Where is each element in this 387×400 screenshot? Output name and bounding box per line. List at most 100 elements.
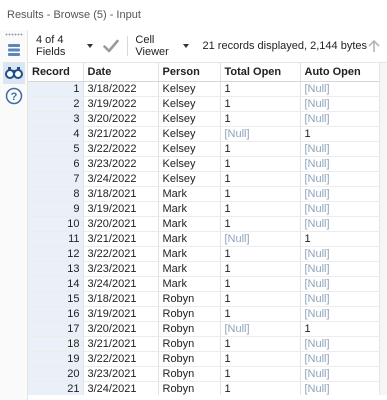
column-header-date[interactable]: Date (83, 63, 159, 82)
cell-total-open[interactable]: 1 (220, 276, 301, 292)
cell-total-open[interactable]: 1 (220, 216, 301, 232)
record-number-cell[interactable]: 14 (28, 276, 84, 292)
cell-person[interactable]: Robyn (158, 336, 221, 352)
cell-date[interactable]: 3/22/2021 (83, 351, 159, 367)
table-row[interactable]: 9 3/19/2021 Mark 1 [Null] (28, 201, 379, 217)
cell-date[interactable]: 3/20/2021 (83, 321, 159, 337)
cell-auto-open[interactable]: [Null] (300, 111, 379, 127)
column-header-person[interactable]: Person (158, 63, 221, 82)
cell-date[interactable]: 3/23/2021 (83, 261, 159, 277)
cell-date[interactable]: 3/22/2021 (83, 246, 159, 262)
cell-auto-open[interactable]: [Null] (300, 156, 379, 172)
cell-person[interactable]: Kelsey (158, 81, 221, 97)
cell-date[interactable]: 3/19/2021 (83, 201, 159, 217)
cell-total-open[interactable]: 1 (220, 96, 301, 112)
cell-total-open[interactable]: 1 (220, 141, 301, 157)
cell-total-open[interactable]: 1 (220, 336, 301, 352)
cell-auto-open[interactable]: [Null] (300, 276, 379, 292)
record-number-cell[interactable]: 10 (28, 216, 84, 232)
cell-date[interactable]: 3/21/2022 (83, 126, 159, 142)
cell-person[interactable]: Kelsey (158, 171, 221, 187)
record-number-cell[interactable]: 21 (28, 381, 84, 395)
table-row[interactable]: 18 3/21/2021 Robyn 1 [Null] (28, 336, 379, 352)
cell-total-open[interactable]: 1 (220, 186, 301, 202)
record-number-cell[interactable]: 7 (28, 171, 84, 187)
cell-auto-open[interactable]: [Null] (300, 96, 379, 112)
cell-person[interactable]: Mark (158, 246, 221, 262)
cell-total-open[interactable]: 1 (220, 246, 301, 262)
cell-person[interactable]: Kelsey (158, 141, 221, 157)
table-row[interactable]: 3 3/20/2022 Kelsey 1 [Null] (28, 111, 379, 127)
cell-total-open[interactable]: [Null] (220, 231, 301, 247)
table-row[interactable]: 16 3/19/2021 Robyn 1 [Null] (28, 306, 379, 322)
cell-total-open[interactable]: 1 (220, 306, 301, 322)
cell-total-open[interactable]: [Null] (220, 321, 301, 337)
table-row[interactable]: 15 3/18/2021 Robyn 1 [Null] (28, 291, 379, 307)
cell-person[interactable]: Kelsey (158, 111, 221, 127)
cell-auto-open[interactable]: [Null] (300, 291, 379, 307)
cell-person[interactable]: Mark (158, 201, 221, 217)
cell-total-open[interactable]: 1 (220, 156, 301, 172)
cell-person[interactable]: Mark (158, 276, 221, 292)
cell-person[interactable]: Kelsey (158, 126, 221, 142)
cell-date[interactable]: 3/19/2022 (83, 96, 159, 112)
cell-total-open[interactable]: 1 (220, 291, 301, 307)
cell-date[interactable]: 3/20/2021 (83, 216, 159, 232)
table-row[interactable]: 10 3/20/2021 Mark 1 [Null] (28, 216, 379, 232)
help-button[interactable]: ? (3, 85, 25, 107)
record-number-cell[interactable]: 13 (28, 261, 84, 277)
table-view-button[interactable] (3, 39, 25, 61)
cell-auto-open[interactable]: [Null] (300, 336, 379, 352)
results-grid[interactable]: Record Date Person Total Open Auto Open 1 3/1… (28, 63, 379, 395)
table-row[interactable]: 12 3/22/2021 Mark 1 [Null] (28, 246, 379, 262)
cell-total-open[interactable]: 1 (220, 171, 301, 187)
table-row[interactable]: 8 3/18/2021 Mark 1 [Null] (28, 186, 379, 202)
cell-date[interactable]: 3/22/2022 (83, 141, 159, 157)
cell-total-open[interactable]: 1 (220, 111, 301, 127)
table-row[interactable]: 14 3/24/2021 Mark 1 [Null] (28, 276, 379, 292)
table-row[interactable]: 6 3/23/2022 Kelsey 1 [Null] (28, 156, 379, 172)
cell-person[interactable]: Mark (158, 216, 221, 232)
cell-auto-open[interactable]: [Null] (300, 81, 379, 97)
cell-total-open[interactable]: 1 (220, 261, 301, 277)
column-header-auto-open[interactable]: Auto Open (300, 63, 379, 82)
cell-person[interactable]: Mark (158, 186, 221, 202)
cell-total-open[interactable]: 1 (220, 381, 301, 395)
cell-auto-open[interactable]: [Null] (300, 366, 379, 382)
cell-auto-open[interactable]: [Null] (300, 201, 379, 217)
record-number-cell[interactable]: 12 (28, 246, 84, 262)
cell-total-open[interactable]: 1 (220, 81, 301, 97)
record-number-cell[interactable]: 6 (28, 156, 84, 172)
grip-dots-icon[interactable] (5, 33, 23, 36)
cell-date[interactable]: 3/18/2021 (83, 186, 159, 202)
table-row[interactable]: 5 3/22/2022 Kelsey 1 [Null] (28, 141, 379, 157)
cell-auto-open[interactable]: [Null] (300, 261, 379, 277)
cell-date[interactable]: 3/23/2022 (83, 156, 159, 172)
cell-auto-open[interactable]: [Null] (300, 306, 379, 322)
table-row[interactable]: 2 3/19/2022 Kelsey 1 [Null] (28, 96, 379, 112)
table-row[interactable]: 13 3/23/2021 Mark 1 [Null] (28, 261, 379, 277)
cell-auto-open[interactable]: 1 (300, 321, 379, 337)
cell-person[interactable]: Robyn (158, 291, 221, 307)
record-number-cell[interactable]: 15 (28, 291, 84, 307)
record-number-cell[interactable]: 16 (28, 306, 84, 322)
cell-total-open[interactable]: 1 (220, 366, 301, 382)
cell-auto-open[interactable]: [Null] (300, 246, 379, 262)
table-row[interactable]: 1 3/18/2022 Kelsey 1 [Null] (28, 81, 379, 97)
cell-person[interactable]: Kelsey (158, 156, 221, 172)
cell-person[interactable]: Robyn (158, 306, 221, 322)
cell-person[interactable]: Kelsey (158, 96, 221, 112)
cell-total-open[interactable]: 1 (220, 351, 301, 367)
cell-auto-open[interactable]: [Null] (300, 216, 379, 232)
cell-person[interactable]: Mark (158, 261, 221, 277)
table-row[interactable]: 11 3/21/2021 Mark [Null] 1 (28, 231, 379, 247)
record-number-cell[interactable]: 8 (28, 186, 84, 202)
table-row[interactable]: 4 3/21/2022 Kelsey [Null] 1 (28, 126, 379, 142)
cell-date[interactable]: 3/19/2021 (83, 306, 159, 322)
cell-date[interactable]: 3/18/2021 (83, 291, 159, 307)
table-row[interactable]: 19 3/22/2021 Robyn 1 [Null] (28, 351, 379, 367)
record-number-cell[interactable]: 20 (28, 366, 84, 382)
cell-date[interactable]: 3/24/2021 (83, 381, 159, 395)
cell-person[interactable]: Mark (158, 231, 221, 247)
table-row[interactable]: 20 3/23/2021 Robyn 1 [Null] (28, 366, 379, 382)
